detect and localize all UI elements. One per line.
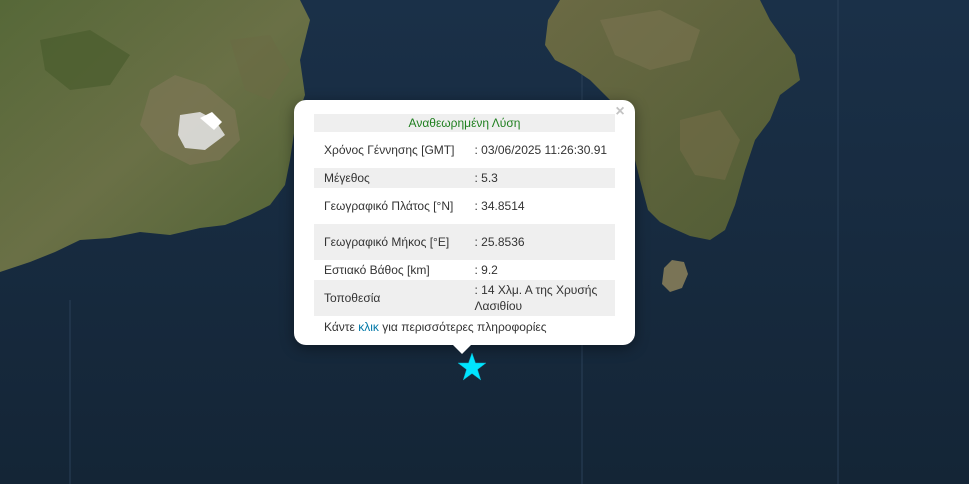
table-row: Γεωγραφικό Πλάτος [°N] : 34.8514	[314, 188, 615, 224]
table-row: Εστιακό Βάθος [km] : 9.2	[314, 260, 615, 280]
location-label: Τοποθεσία	[314, 280, 465, 316]
origin-time-label: Χρόνος Γέννησης [GMT]	[324, 143, 455, 157]
magnitude-value: : 5.3	[464, 168, 615, 188]
star-icon[interactable]	[457, 352, 487, 382]
longitude-label: Γεωγραφικό Μήκος [°E]	[314, 224, 465, 260]
table-row: Τοποθεσία : 14 Χλμ. Α της Χρυσής Λασιθίο…	[314, 280, 615, 316]
location-value: : 14 Χλμ. Α της Χρυσής Λασιθίου	[464, 280, 615, 316]
popup-header-row: Αναθεωρημένη Λύση	[314, 114, 615, 132]
depth-value: : 9.2	[474, 263, 498, 277]
close-icon[interactable]: ×	[611, 103, 629, 121]
depth-label: Εστιακό Βάθος [km]	[324, 263, 430, 277]
table-row: Μέγεθος : 5.3	[314, 168, 615, 188]
magnitude-label: Μέγεθος	[314, 168, 465, 188]
solution-status-title: Αναθεωρημένη Λύση	[314, 114, 615, 132]
table-row: Γεωγραφικό Μήκος [°E] : 25.8536	[314, 224, 615, 260]
more-info-line: Κάντε κλικ για περισσότερες πληροφορίες	[314, 316, 615, 335]
more-info-prefix: Κάντε	[324, 320, 355, 334]
latitude-label: Γεωγραφικό Πλάτος [°N]	[324, 199, 454, 213]
more-info-suffix: για περισσότερες πληροφορίες	[382, 320, 547, 334]
longitude-value: : 25.8536	[464, 224, 615, 260]
latitude-value: : 34.8514	[474, 199, 525, 213]
map-view[interactable]: × Αναθεωρημένη Λύση Χρόνος Γέννησης [GMT…	[0, 0, 969, 484]
more-info-link[interactable]: κλικ	[358, 320, 379, 334]
table-row: Χρόνος Γέννησης [GMT] : 03/06/2025 11:26…	[314, 132, 615, 168]
earthquake-info-popup: × Αναθεωρημένη Λύση Χρόνος Γέννησης [GMT…	[294, 100, 635, 345]
origin-time-value: : 03/06/2025 11:26:30.91	[474, 143, 608, 157]
earthquake-details-table: Αναθεωρημένη Λύση Χρόνος Γέννησης [GMT] …	[314, 114, 615, 316]
